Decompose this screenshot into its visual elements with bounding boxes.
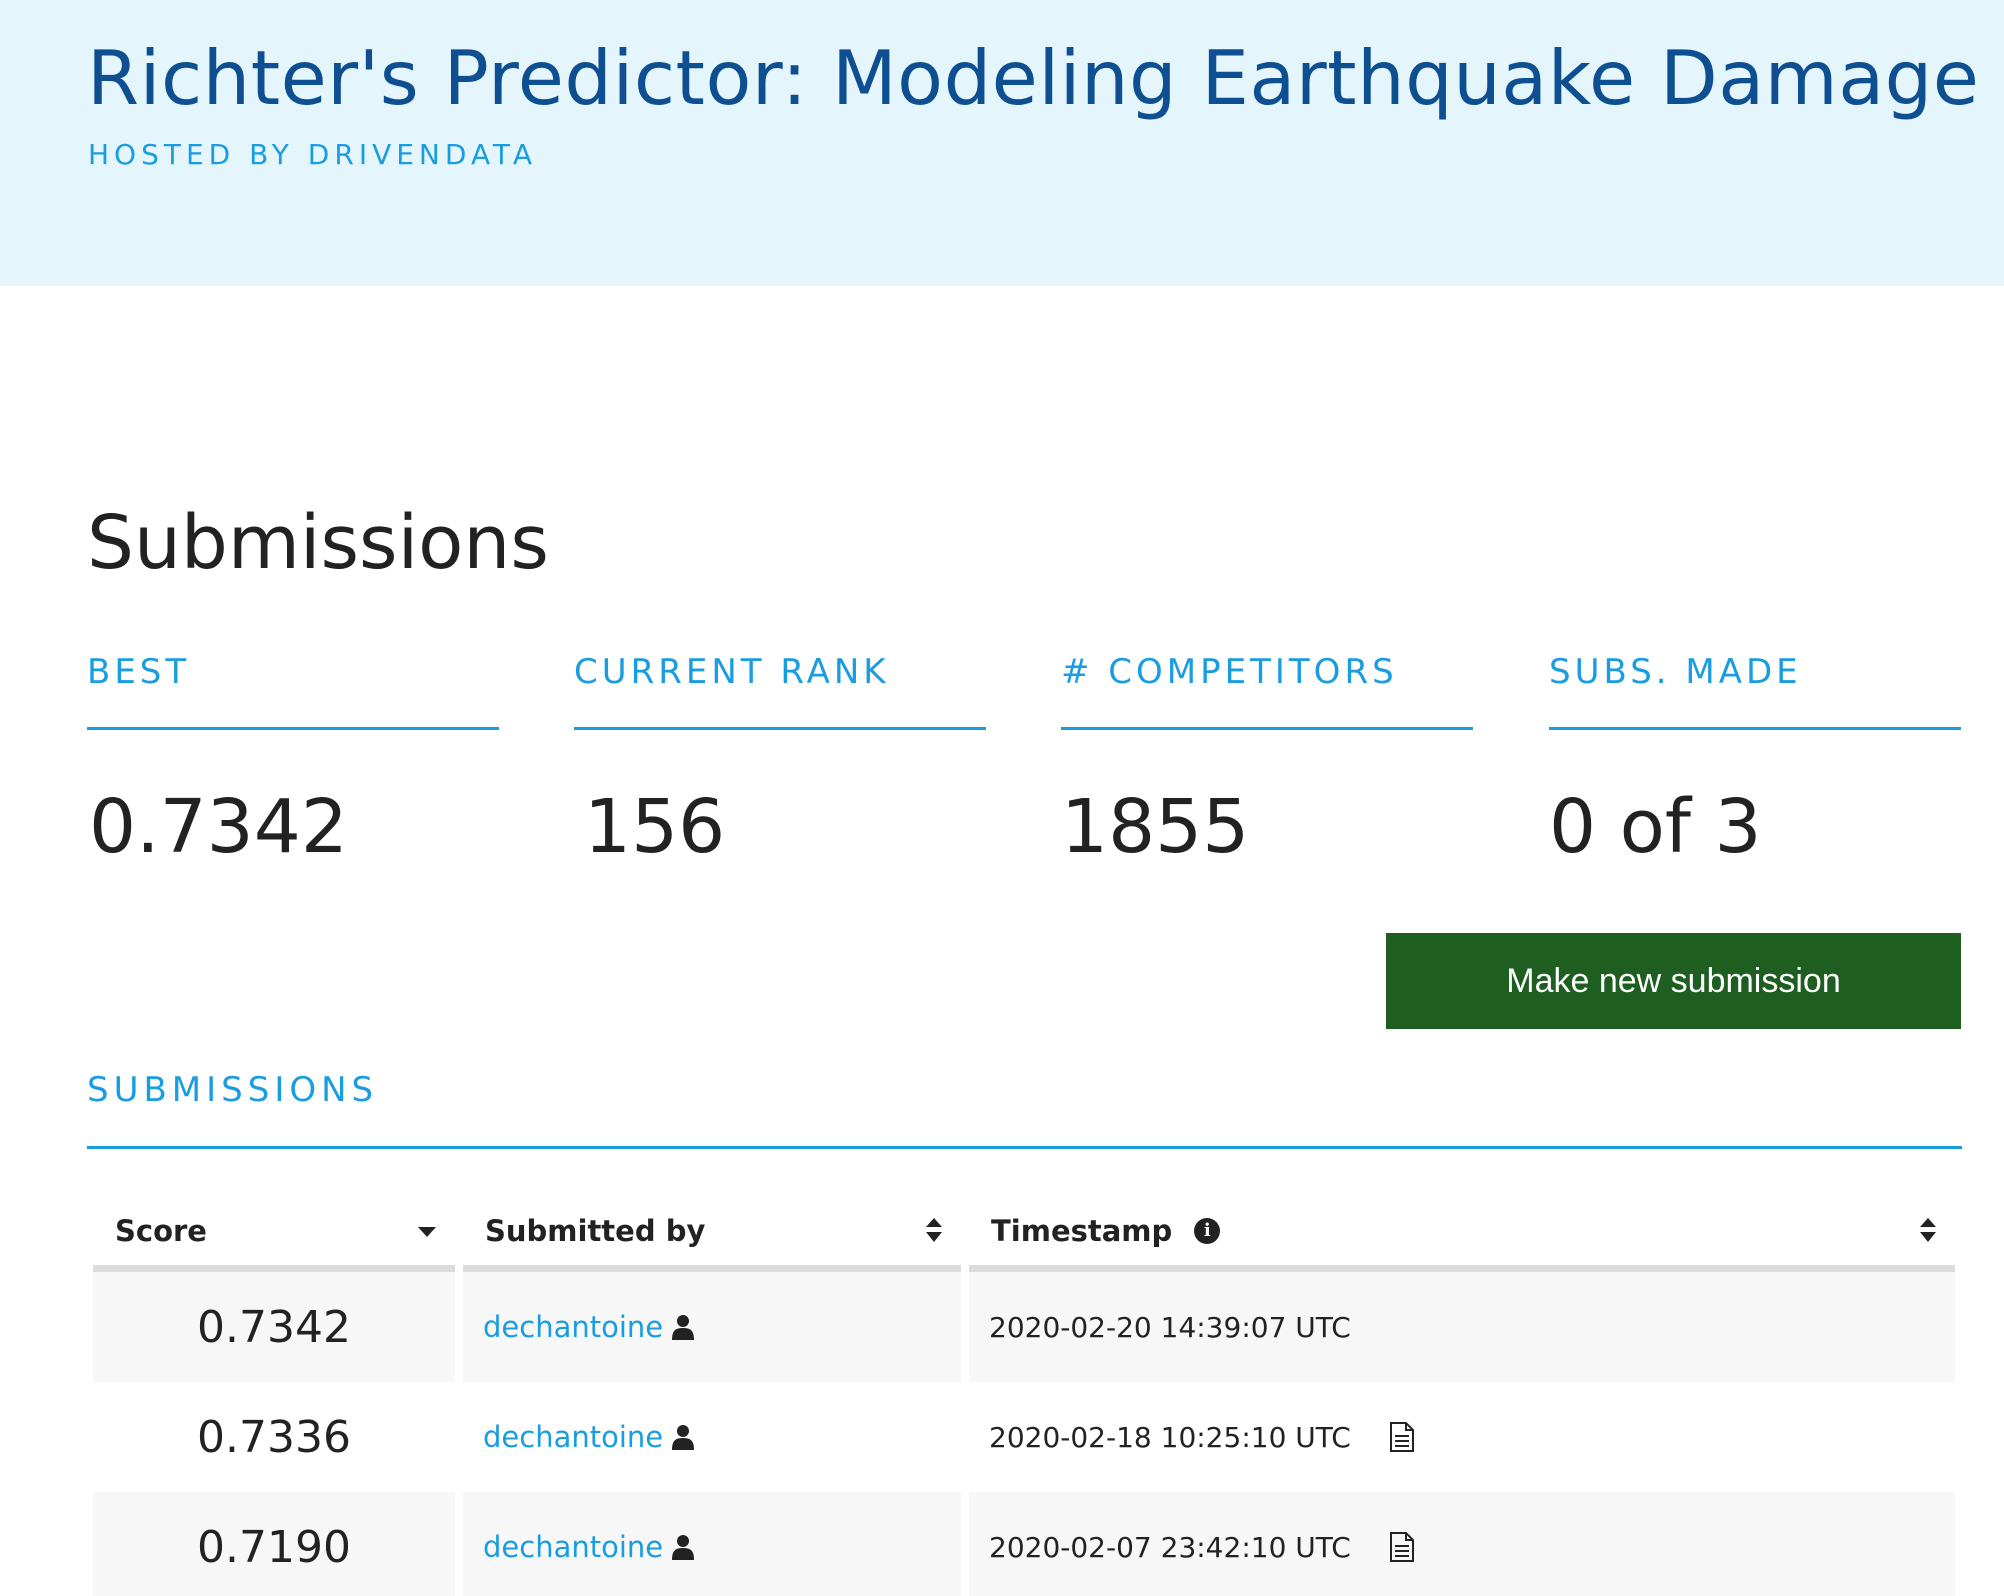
- stat-subs-made: SUBS. MADE 0 of 3: [1549, 650, 1961, 870]
- table-row: 0.7190 dechantoine 2020-02-07 23:42:10 U…: [93, 1492, 1955, 1596]
- competition-header: Richter's Predictor: Modeling Earthquake…: [0, 0, 2004, 286]
- submissions-section-title: SUBMISSIONS: [87, 1070, 1962, 1149]
- document-icon[interactable]: [1389, 1532, 1415, 1562]
- submissions-table: Score Submitted by Timestamp i 0.7342 de…: [93, 1196, 1955, 1596]
- column-header-submitted-by[interactable]: Submitted by: [463, 1196, 961, 1272]
- user-icon: [672, 1315, 695, 1340]
- sort-icon[interactable]: [925, 1216, 943, 1251]
- submitted-by-cell: dechantoine: [463, 1272, 961, 1382]
- table-row: 0.7342 dechantoine 2020-02-20 14:39:07 U…: [93, 1272, 1955, 1382]
- stat-value: 0.7342: [89, 784, 348, 870]
- user-icon: [672, 1425, 695, 1450]
- user-link[interactable]: dechantoine: [483, 1420, 663, 1454]
- timestamp-cell: 2020-02-07 23:42:10 UTC: [969, 1492, 1955, 1596]
- info-icon[interactable]: i: [1194, 1217, 1221, 1244]
- score-cell: 0.7336: [197, 1411, 351, 1463]
- user-link[interactable]: dechantoine: [483, 1310, 663, 1344]
- submitted-by-cell: dechantoine: [463, 1382, 961, 1492]
- page-title: Submissions: [87, 500, 549, 586]
- competition-title[interactable]: Richter's Predictor: Modeling Earthquake…: [87, 34, 1979, 122]
- host-label: HOSTED BY DRIVENDATA: [88, 138, 538, 171]
- user-icon: [672, 1535, 695, 1560]
- timestamp-value: 2020-02-07 23:42:10 UTC: [989, 1530, 1351, 1564]
- column-header-label: Score: [115, 1213, 207, 1248]
- sort-icon[interactable]: [1919, 1216, 1937, 1251]
- stat-label: SUBS. MADE: [1549, 650, 1961, 730]
- make-new-submission-button[interactable]: Make new submission: [1386, 933, 1961, 1029]
- table-row: 0.7336 dechantoine 2020-02-18 10:25:10 U…: [93, 1382, 1955, 1492]
- column-header-label: Timestamp: [991, 1213, 1173, 1248]
- column-header-timestamp[interactable]: Timestamp i: [969, 1196, 1955, 1272]
- table-header: Score Submitted by Timestamp i: [93, 1196, 1955, 1272]
- timestamp-cell: 2020-02-20 14:39:07 UTC: [969, 1272, 1955, 1382]
- stat-best: BEST 0.7342: [87, 650, 499, 870]
- submitted-by-cell: dechantoine: [463, 1492, 961, 1596]
- stat-value: 1855: [1061, 784, 1250, 870]
- score-cell: 0.7190: [93, 1492, 455, 1596]
- column-header-label: Submitted by: [485, 1213, 706, 1248]
- chevron-down-icon[interactable]: [417, 1216, 437, 1246]
- stat-current-rank: CURRENT RANK 156: [574, 650, 986, 870]
- timestamp-value: 2020-02-20 14:39:07 UTC: [989, 1310, 1351, 1344]
- stat-value: 156: [584, 784, 726, 870]
- stat-competitors: # COMPETITORS 1855: [1061, 650, 1473, 870]
- column-header-score[interactable]: Score: [93, 1196, 455, 1272]
- user-link[interactable]: dechantoine: [483, 1530, 663, 1564]
- stat-label: BEST: [87, 650, 499, 730]
- document-icon[interactable]: [1389, 1422, 1415, 1452]
- score-cell: 0.7342: [93, 1272, 455, 1382]
- timestamp-value: 2020-02-18 10:25:10 UTC: [989, 1420, 1351, 1454]
- stat-value: 0 of 3: [1549, 784, 1762, 870]
- timestamp-cell: 2020-02-18 10:25:10 UTC: [969, 1382, 1955, 1492]
- stat-label: CURRENT RANK: [574, 650, 986, 730]
- stat-label: # COMPETITORS: [1061, 650, 1473, 730]
